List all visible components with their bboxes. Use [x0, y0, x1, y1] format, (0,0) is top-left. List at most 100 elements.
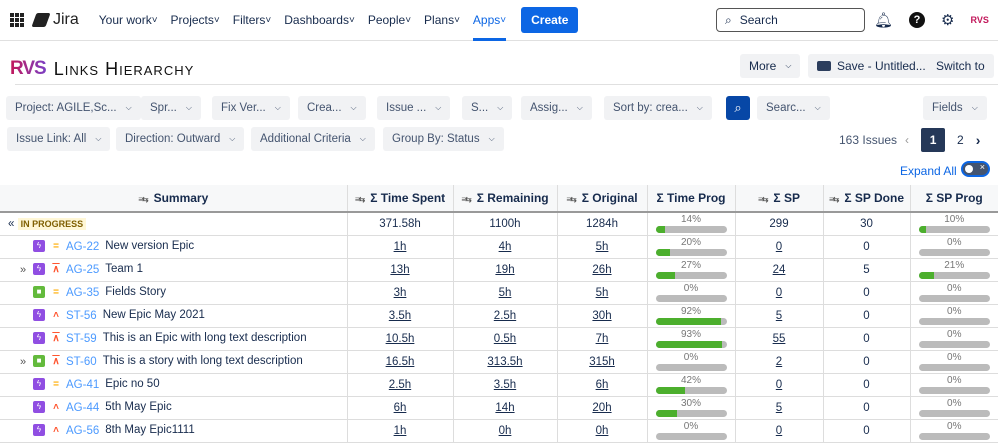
sp-link[interactable]: 5	[776, 310, 782, 322]
expand-icon[interactable]: »	[13, 356, 33, 368]
remaining-link[interactable]: 313.5h	[487, 356, 522, 368]
original-link[interactable]: 5h	[596, 287, 609, 299]
filter2-2[interactable]: Additional Criteria ⌵	[251, 127, 375, 151]
time_spent-link[interactable]: 10.5h	[386, 333, 415, 345]
column-sort-icon[interactable]: ≡⇆	[138, 195, 148, 204]
issue-key-link[interactable]: AG-56	[66, 425, 99, 437]
time_spent-link[interactable]: 2.5h	[389, 379, 411, 391]
search-input[interactable]: ⌕ Search	[716, 8, 865, 32]
issue-key-link[interactable]: ST-60	[66, 356, 97, 368]
prev-page-icon[interactable]: ‹	[905, 133, 909, 147]
original-link[interactable]: 5h	[596, 241, 609, 253]
issue-key-link[interactable]: ST-56	[66, 310, 97, 322]
column-header[interactable]: ≡⇆ Σ Time Spent	[347, 185, 454, 213]
column-header[interactable]: Σ Time Prog	[647, 185, 736, 213]
expand-all-toggle[interactable]: ×	[961, 161, 990, 177]
time_spent-link[interactable]: 16.5h	[386, 356, 415, 368]
remaining-link[interactable]: 4h	[499, 241, 512, 253]
time_spent-link[interactable]: 1h	[394, 425, 407, 437]
jira-logo[interactable]: Jira	[31, 11, 79, 29]
original-link[interactable]: 26h	[592, 264, 611, 276]
time_spent-link[interactable]: 3.5h	[389, 310, 411, 322]
table-row[interactable]: » ■ ∧ ST-60 This is a story with long text d…	[0, 350, 998, 374]
table-row[interactable]: ϟ = AG-22 New version Epic 1h 4h 5h 20% 0 0 0%	[0, 235, 998, 259]
fields-button[interactable]: Fields ⌵	[923, 96, 987, 120]
column-header[interactable]: ≡⇆ Summary	[0, 185, 348, 213]
issue-key-link[interactable]: AG-41	[66, 379, 99, 391]
original-link[interactable]: 0h	[596, 425, 609, 437]
filter-3[interactable]: Crea... ⌵	[298, 96, 366, 120]
table-row[interactable]: ϟ ∧ ST-59 This is an Epic with long text de…	[0, 327, 998, 351]
original-link[interactable]: 6h	[596, 379, 609, 391]
expand-icon[interactable]: »	[13, 264, 33, 276]
column-header[interactable]: ≡⇆ Σ SP Done	[823, 185, 911, 213]
filter2-0[interactable]: Issue Link: All ⌵	[7, 127, 111, 151]
remaining-link[interactable]: 5h	[499, 287, 512, 299]
sp-link[interactable]: 0	[776, 425, 782, 437]
more-button[interactable]: More ⌵	[740, 54, 801, 78]
sp-link[interactable]: 0	[776, 379, 782, 391]
table-row[interactable]: » ϟ ∧ AG-25 Team 1 13h 19h 26h 27% 24 5 21%	[0, 258, 998, 282]
sp-link[interactable]: 24	[773, 264, 786, 276]
sp-link[interactable]: 2	[776, 356, 782, 368]
create-button[interactable]: Create	[521, 7, 579, 33]
column-sort-icon[interactable]: ≡⇆	[566, 195, 576, 204]
filter-5[interactable]: S... ⌵	[462, 96, 513, 120]
remaining-link[interactable]: 19h	[495, 264, 514, 276]
filter-6[interactable]: Assig... ⌵	[521, 96, 592, 120]
column-header[interactable]: ≡⇆ Σ Original	[557, 185, 648, 213]
switch-to-button[interactable]: Switch to	[927, 54, 994, 78]
original-link[interactable]: 30h	[592, 310, 611, 322]
nav-dashboards[interactable]: Dashboards ˅	[284, 0, 355, 41]
search-button[interactable]: ⌕	[726, 96, 750, 120]
issue-key-link[interactable]: ST-59	[66, 333, 97, 345]
help-icon[interactable]: ?	[909, 12, 926, 28]
notifications-icon[interactable]: 🔔︎	[874, 11, 893, 29]
remaining-link[interactable]: 0.5h	[494, 333, 516, 345]
nav-projects[interactable]: Projects ˅	[171, 0, 220, 41]
column-header[interactable]: ≡⇆ Σ Remaining	[453, 185, 558, 213]
sp-link[interactable]: 0	[776, 287, 782, 299]
remaining-link[interactable]: 0h	[499, 425, 512, 437]
original-link[interactable]: 20h	[592, 402, 611, 414]
next-page-icon[interactable]: ›	[976, 132, 981, 148]
time_spent-link[interactable]: 3h	[394, 287, 407, 299]
column-sort-icon[interactable]: ≡⇆	[461, 195, 471, 204]
nav-apps[interactable]: Apps ˅	[472, 0, 507, 41]
filter-0[interactable]: Project: AGILE,Sc... ⌵	[6, 96, 141, 120]
issue-key-link[interactable]: AG-25	[66, 264, 99, 276]
remaining-link[interactable]: 2.5h	[494, 310, 516, 322]
time_spent-link[interactable]: 1h	[394, 241, 407, 253]
nav-plans[interactable]: Plans ˅	[424, 0, 460, 41]
column-header[interactable]: ≡⇆ Σ SP	[735, 185, 824, 213]
sp-link[interactable]: 5	[776, 402, 782, 414]
issue-key-link[interactable]: AG-44	[66, 402, 99, 414]
collapse-icon[interactable]: «	[8, 218, 18, 230]
filter-7[interactable]: Sort by: crea... ⌵	[604, 96, 712, 120]
nav-filters[interactable]: Filters ˅	[233, 0, 272, 41]
column-sort-icon[interactable]: ≡⇆	[829, 195, 839, 204]
table-row[interactable]: ϟ ˄ ST-56 New Epic May 2021 3.5h 2.5h 30h 92% 5 0…	[0, 304, 998, 328]
filter-8[interactable]: Searc... ⌵	[757, 96, 830, 120]
page-1-button[interactable]: 1	[921, 128, 946, 152]
nav-people[interactable]: People ˅	[368, 0, 411, 41]
expand-all-link[interactable]: Expand All	[900, 164, 957, 178]
table-row[interactable]: ■ = AG-35 Fields Story 3h 5h 5h 0% 0 0 0%	[0, 281, 998, 305]
sp-link[interactable]: 0	[776, 241, 782, 253]
page-2-button[interactable]: 2	[957, 133, 964, 147]
column-sort-icon[interactable]: ≡⇆	[355, 195, 365, 204]
table-row[interactable]: ϟ = AG-41 Epic no 50 2.5h 3.5h 6h 42% 0 0 0%	[0, 373, 998, 397]
sp-link[interactable]: 55	[773, 333, 786, 345]
save-button[interactable]: Save - Untitled...	[808, 54, 935, 78]
time_spent-link[interactable]: 13h	[390, 264, 409, 276]
filter-2[interactable]: Fix Ver... ⌵	[212, 96, 290, 120]
filter2-1[interactable]: Direction: Outward ⌵	[116, 127, 245, 151]
app-switcher-icon[interactable]	[10, 13, 24, 27]
filter-1[interactable]: Spr... ⌵	[141, 96, 201, 120]
filter-4[interactable]: Issue ... ⌵	[377, 96, 451, 120]
time_spent-link[interactable]: 6h	[394, 402, 407, 414]
settings-gear-icon[interactable]: ⚙	[941, 11, 954, 29]
issue-key-link[interactable]: AG-35	[66, 287, 99, 299]
filter2-3[interactable]: Group By: Status ⌵	[383, 127, 504, 151]
remaining-link[interactable]: 14h	[495, 402, 514, 414]
